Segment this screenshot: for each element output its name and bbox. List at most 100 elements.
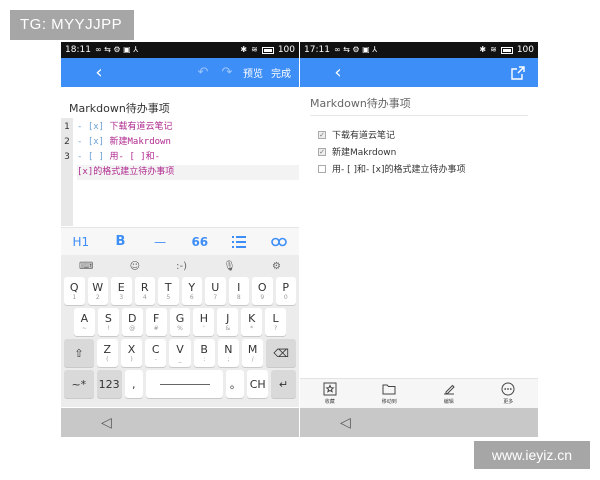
key-hint: _ xyxy=(178,355,182,363)
edit-icon xyxy=(443,384,455,395)
key-hint: 6 xyxy=(189,293,194,301)
edit-tab[interactable]: 编辑 xyxy=(429,382,469,405)
key-hint: - xyxy=(154,355,157,363)
emoticon-button[interactable]: :-) xyxy=(176,261,187,272)
note-title[interactable]: Markdown待办事项 xyxy=(61,87,299,121)
preview-button[interactable]: 预览 xyxy=(243,65,263,80)
more-icon xyxy=(501,382,515,396)
letter-key[interactable]: P0 xyxy=(275,277,296,305)
letter-key[interactable]: Y6 xyxy=(181,277,202,305)
key-letter: B xyxy=(200,342,208,356)
quote-button[interactable]: 66 xyxy=(186,231,214,253)
todo-list: ✓ 下载有道云笔记 ✓ 新建Makrdown 用- [ ]和- [x]的格式建立… xyxy=(318,126,528,177)
back-icon[interactable]: ‹ xyxy=(328,62,348,83)
more-tab[interactable]: 更多 xyxy=(488,382,528,405)
share-icon[interactable] xyxy=(510,65,526,81)
backspace-key[interactable]: ⌫ xyxy=(266,339,296,367)
todo-text: 新建Makrdown xyxy=(332,148,397,158)
letter-key[interactable]: Z( xyxy=(96,339,118,367)
checkbox-unchecked[interactable] xyxy=(318,164,326,173)
markdown-syntax: - [x] xyxy=(77,122,110,132)
key-hint: : xyxy=(203,355,206,363)
horizontal-rule-button[interactable]: — xyxy=(146,231,174,253)
format-toolbar: H1 B — 66 xyxy=(61,227,299,255)
key-letter: Y xyxy=(188,280,196,294)
key-hint: 5 xyxy=(166,293,171,301)
checkbox-checked[interactable]: ✓ xyxy=(318,147,326,156)
list-button[interactable] xyxy=(225,231,253,253)
letter-key[interactable]: B: xyxy=(193,339,215,367)
comma-key[interactable]: , xyxy=(124,370,143,398)
status-time: 18:11 xyxy=(65,45,91,55)
nav-back-icon[interactable]: ◁ xyxy=(101,415,112,431)
settings-icon[interactable]: ⚙ xyxy=(272,261,281,272)
key-letter: E xyxy=(117,280,125,294)
key-hint: 0 xyxy=(283,293,288,301)
letter-key[interactable]: N; xyxy=(217,339,240,367)
mic-icon[interactable]: 🎙 xyxy=(223,261,236,272)
letter-key[interactable]: H ' xyxy=(193,308,215,336)
favorite-tab[interactable]: 收藏 xyxy=(310,382,350,405)
markdown-editor[interactable]: 1 2 3 - [x] 下载有道云笔记 - [x] 新建Makrdown - [… xyxy=(61,118,299,226)
numbers-key[interactable]: 123 xyxy=(96,370,122,398)
letter-key[interactable]: K * xyxy=(241,308,263,336)
backspace-icon: ⌫ xyxy=(273,346,289,360)
done-button[interactable]: 完成 xyxy=(271,65,291,80)
key-letter: I xyxy=(237,280,241,294)
letter-key[interactable]: Q1 xyxy=(64,277,85,305)
checkbox-checked[interactable]: ✓ xyxy=(318,130,326,139)
back-icon[interactable]: ‹ xyxy=(89,62,109,83)
shift-icon: ⇧ xyxy=(74,346,84,360)
letter-key[interactable]: U7 xyxy=(205,277,226,305)
symbols-key[interactable]: ~* xyxy=(64,370,94,398)
letter-key[interactable]: R4 xyxy=(134,277,155,305)
move-tab[interactable]: 移动到 xyxy=(369,382,409,405)
bold-button[interactable]: B xyxy=(106,231,134,253)
letter-key[interactable]: C- xyxy=(145,339,167,367)
wifi-icon: ≋ xyxy=(251,45,258,54)
letter-key[interactable]: S! xyxy=(97,308,119,336)
letter-key[interactable]: F # xyxy=(145,308,167,336)
key-hint: / xyxy=(251,355,254,363)
period-key[interactable]: 。 xyxy=(226,370,245,398)
todo-item[interactable]: ✓ 新建Makrdown xyxy=(318,143,528,160)
letter-key[interactable]: D @ xyxy=(121,308,143,336)
line-number: 3 xyxy=(64,152,70,162)
letter-key[interactable]: O9 xyxy=(252,277,273,305)
key-hint: ) xyxy=(130,355,133,363)
editor-line: - [x] 下载有道云笔记 xyxy=(77,120,299,135)
key-hint: ; xyxy=(227,355,230,363)
language-key[interactable]: CH xyxy=(247,370,268,398)
undo-icon[interactable]: ↶ xyxy=(195,65,211,80)
letter-key[interactable]: J & xyxy=(217,308,239,336)
keyboard-icon[interactable]: ⌨ xyxy=(79,261,93,272)
redo-icon[interactable]: ↷ xyxy=(219,65,235,80)
enter-key[interactable]: ↵ xyxy=(270,370,297,398)
link-button[interactable] xyxy=(265,231,293,253)
letter-key[interactable]: W2 xyxy=(87,277,108,305)
emoji-icon[interactable]: ☺ xyxy=(130,261,140,272)
space-key[interactable] xyxy=(145,370,224,398)
todo-item[interactable]: 用- [ ]和- [x]的格式建立待办事项 xyxy=(318,160,528,177)
todo-item[interactable]: ✓ 下载有道云笔记 xyxy=(318,126,528,143)
key-letter: D xyxy=(127,311,137,325)
key-hint: 1 xyxy=(72,293,77,301)
letter-key[interactable]: V _ xyxy=(169,339,191,367)
letter-key[interactable]: A ~ xyxy=(74,308,95,336)
line-number: 1 xyxy=(64,122,70,132)
key-letter: T xyxy=(164,280,172,294)
key-hint: ? xyxy=(273,324,278,332)
nav-back-icon[interactable]: ◁ xyxy=(340,415,351,431)
letter-key[interactable]: M / xyxy=(242,339,264,367)
letter-key[interactable]: I8 xyxy=(228,277,249,305)
letter-key[interactable]: X) xyxy=(120,339,143,367)
title-divider xyxy=(310,115,528,116)
key-hint: 4 xyxy=(142,293,147,301)
letter-key[interactable]: G% xyxy=(169,308,191,336)
letter-key[interactable]: L? xyxy=(265,308,287,336)
letter-key[interactable]: T5 xyxy=(158,277,179,305)
editor-text-area[interactable]: - [x] 下载有道云笔记 - [x] 新建Makrdown - [ ] 用- … xyxy=(73,118,299,226)
letter-key[interactable]: E3 xyxy=(111,277,132,305)
heading-button[interactable]: H1 xyxy=(67,231,95,253)
shift-key[interactable]: ⇧ xyxy=(64,339,94,367)
